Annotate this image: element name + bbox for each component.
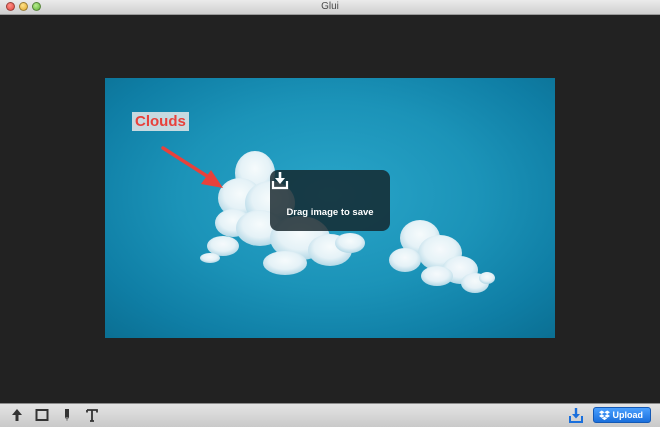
screenshot-image[interactable]: Clouds Drag image to save — [105, 78, 555, 338]
drag-to-save-text: Drag image to save — [286, 207, 374, 218]
pen-tool-icon[interactable] — [59, 407, 75, 423]
rectangle-tool-icon[interactable] — [34, 407, 50, 423]
bottom-toolbar: Upload — [0, 403, 660, 427]
arrow-tool-icon[interactable] — [9, 407, 25, 423]
annotation-text-label[interactable]: Clouds — [132, 112, 189, 131]
save-download-icon[interactable] — [568, 407, 584, 423]
canvas-area: Clouds Drag image to save — [0, 15, 660, 403]
text-tool-icon[interactable] — [84, 407, 100, 423]
download-tray-icon — [271, 172, 289, 190]
title-bar: Glui — [0, 0, 660, 15]
annotation-arrow — [161, 146, 223, 188]
dropbox-icon — [599, 410, 610, 421]
upload-button[interactable]: Upload — [593, 407, 651, 423]
upload-button-label: Upload — [612, 410, 644, 420]
window-title: Glui — [321, 1, 339, 12]
drag-to-save-overlay[interactable]: Drag image to save — [270, 170, 390, 231]
